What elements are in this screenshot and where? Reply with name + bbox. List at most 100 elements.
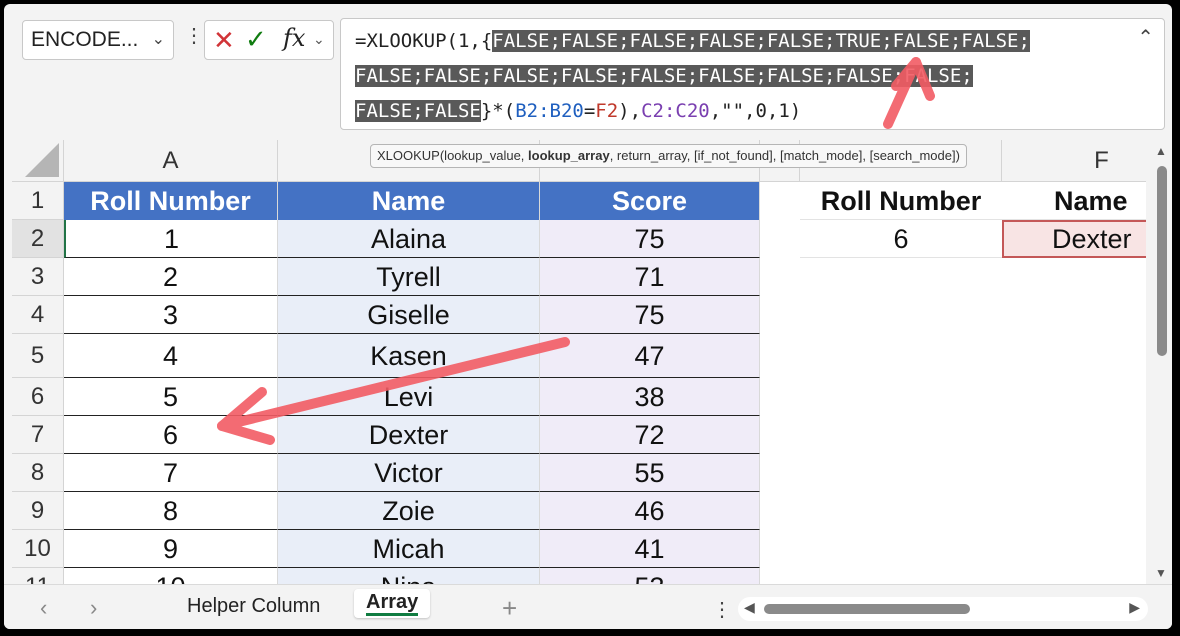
row-header-3[interactable]: 3: [12, 258, 64, 296]
formula-text: =: [583, 100, 596, 122]
scroll-left-icon[interactable]: ◀: [744, 599, 755, 616]
table-cell[interactable]: Zoie: [278, 492, 540, 530]
formula-array-highlight: FALSE;FALSE;FALSE;FALSE;FALSE;FALSE;FALS…: [355, 65, 973, 87]
table-cell[interactable]: Nina: [278, 568, 540, 584]
vertical-scrollbar[interactable]: ▲ ▼: [1152, 140, 1170, 584]
scroll-up-icon[interactable]: ▲: [1155, 144, 1167, 158]
tooltip-current-arg[interactable]: lookup_array: [528, 148, 610, 163]
table-cell[interactable]: 6: [64, 416, 278, 454]
more-options-icon[interactable]: ⋮: [712, 597, 732, 622]
excel-window: ENCODE... ⌄ ⋮ ✕ ✓ fx ⌄ =XLOOKUP(1,{FALSE…: [4, 4, 1172, 629]
lookup-roll-value[interactable]: 6: [800, 220, 1002, 258]
formula-ref-f: F2: [595, 100, 619, 122]
row-header-6[interactable]: 6: [12, 378, 64, 416]
table-cell[interactable]: 75: [540, 296, 760, 334]
sheet-tab-bar: ‹ › Helper Column Array + ⋮ ◀ ▶: [4, 584, 1172, 629]
formula-input[interactable]: =XLOOKUP(1,{FALSE;FALSE;FALSE;FALSE;FALS…: [340, 18, 1165, 130]
row-header-7[interactable]: 7: [12, 416, 64, 454]
table-cell[interactable]: 53: [540, 568, 760, 584]
table-cell[interactable]: Victor: [278, 454, 540, 492]
formula-controls: ✕ ✓ fx ⌄: [204, 20, 334, 60]
enter-checkmark-icon[interactable]: ✓: [245, 24, 267, 55]
table-header-name[interactable]: Name: [278, 182, 540, 220]
collapse-formula-bar-icon[interactable]: ⌃: [1137, 25, 1154, 50]
more-options-icon[interactable]: ⋮: [184, 26, 204, 46]
row-header-4[interactable]: 4: [12, 296, 64, 334]
scrollbar-thumb[interactable]: [1157, 166, 1167, 356]
row-header-8[interactable]: 8: [12, 454, 64, 492]
table-cell[interactable]: 72: [540, 416, 760, 454]
chevron-down-icon[interactable]: ⌄: [152, 21, 165, 59]
table-cell[interactable]: 9: [64, 530, 278, 568]
spreadsheet-grid[interactable]: A B C D E F 1 2 3 4 5 6 7 8 9 10 11 Roll…: [12, 140, 1146, 584]
previous-sheet-icon[interactable]: ‹: [40, 595, 47, 621]
table-cell[interactable]: 46: [540, 492, 760, 530]
scroll-right-icon[interactable]: ▶: [1129, 599, 1140, 616]
tab-array[interactable]: Array: [354, 589, 431, 618]
table-cell[interactable]: 71: [540, 258, 760, 296]
insert-function-icon[interactable]: fx: [283, 24, 305, 52]
tooltip-text: , return_array, [if_not_found], [match_m…: [609, 148, 960, 163]
formula-text: ),: [618, 100, 642, 122]
formula-text: }: [480, 100, 493, 122]
table-cell[interactable]: 1: [64, 220, 278, 258]
table-cell[interactable]: Alaina: [278, 220, 540, 258]
lookup-name-result[interactable]: Dexter: [1002, 220, 1146, 258]
table-cell[interactable]: 47: [540, 334, 760, 378]
formula-line-2: FALSE;FALSE;FALSE;FALSE;FALSE;FALSE;FALS…: [355, 61, 973, 91]
table-header-score[interactable]: Score: [540, 182, 760, 220]
tab-helper-column[interactable]: Helper Column: [187, 595, 320, 618]
function-tooltip: XLOOKUP(lookup_value, lookup_array, retu…: [370, 144, 967, 168]
row-header-10[interactable]: 10: [12, 530, 64, 568]
table-cell[interactable]: 5: [64, 378, 278, 416]
table-cell[interactable]: Dexter: [278, 416, 540, 454]
chevron-down-icon[interactable]: ⌄: [313, 31, 325, 48]
table-header-roll-number[interactable]: Roll Number: [64, 182, 278, 220]
row-header-5[interactable]: 5: [12, 334, 64, 378]
formula-array-highlight: FALSE;FALSE;FALSE;FALSE;FALSE;TRUE;FALSE…: [492, 30, 1030, 52]
formula-line-3: FALSE;FALSE}*(B2:B20=F2),C2:C20,"",0,1): [355, 96, 801, 126]
column-header-a[interactable]: A: [64, 140, 278, 182]
table-cell[interactable]: 38: [540, 378, 760, 416]
lookup-header-name[interactable]: Name: [1002, 182, 1146, 220]
horizontal-scrollbar[interactable]: ◀ ▶: [738, 597, 1148, 621]
tab-array-label: Array: [366, 591, 419, 613]
row-header-2[interactable]: 2: [12, 220, 64, 258]
scrollbar-thumb[interactable]: [764, 604, 970, 614]
row-header-11[interactable]: 11: [12, 568, 64, 584]
column-header-f[interactable]: F: [1002, 140, 1146, 182]
row-header-9[interactable]: 9: [12, 492, 64, 530]
lookup-header-roll-number[interactable]: Roll Number: [800, 182, 1002, 220]
table-cell[interactable]: 75: [540, 220, 760, 258]
formula-prefix: =XLOOKUP(1,{: [355, 30, 493, 52]
table-cell[interactable]: Micah: [278, 530, 540, 568]
active-tab-underline: [366, 613, 419, 616]
add-sheet-icon[interactable]: +: [502, 593, 517, 624]
cancel-icon[interactable]: ✕: [213, 25, 235, 56]
name-box-value: ENCODE...: [31, 28, 139, 51]
table-cell[interactable]: 2: [64, 258, 278, 296]
table-cell[interactable]: 8: [64, 492, 278, 530]
table-cell[interactable]: Giselle: [278, 296, 540, 334]
name-box[interactable]: ENCODE... ⌄: [22, 20, 174, 60]
scroll-down-icon[interactable]: ▼: [1155, 566, 1167, 580]
table-cell[interactable]: 7: [64, 454, 278, 492]
table-cell[interactable]: 4: [64, 334, 278, 378]
next-sheet-icon[interactable]: ›: [90, 595, 97, 621]
formula-ref-c: C2:C20: [641, 100, 710, 122]
table-cell[interactable]: Kasen: [278, 334, 540, 378]
table-cell[interactable]: 3: [64, 296, 278, 334]
table-cell[interactable]: Tyrell: [278, 258, 540, 296]
table-cell[interactable]: 41: [540, 530, 760, 568]
formula-ref-b: B2:B20: [515, 100, 584, 122]
table-cell[interactable]: 55: [540, 454, 760, 492]
table-cell[interactable]: Levi: [278, 378, 540, 416]
formula-text: *(: [492, 100, 516, 122]
formula-line-1: =XLOOKUP(1,{FALSE;FALSE;FALSE;FALSE;FALS…: [355, 26, 1030, 56]
row-header-1[interactable]: 1: [12, 182, 64, 220]
table-cell[interactable]: 10: [64, 568, 278, 584]
formula-array-highlight: FALSE;FALSE: [355, 100, 481, 122]
formula-text: ,"",0,1): [709, 100, 802, 122]
select-all-button[interactable]: [12, 140, 64, 182]
tooltip-text: XLOOKUP(lookup_value,: [377, 148, 529, 163]
